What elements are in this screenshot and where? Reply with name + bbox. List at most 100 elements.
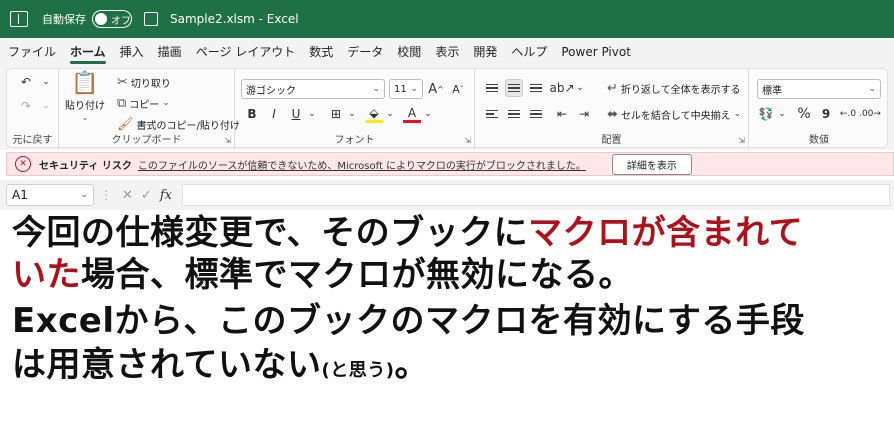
tab-power-pivot[interactable]: Power Pivot: [561, 38, 631, 66]
caption-line-1: 今回の仕様変更で、そのブックにマクロが含まれて: [12, 212, 803, 254]
redo-icon[interactable]: ↷: [17, 97, 35, 115]
undo-group-label: 元に戻す: [12, 135, 53, 146]
italic-button[interactable]: I: [265, 105, 283, 123]
tab-data[interactable]: データ: [347, 38, 383, 66]
tab-help[interactable]: ヘルプ: [511, 38, 547, 66]
ribbon-panel: ↶ ⌄ ↷ ⌄ 元に戻す 📋 貼り付け ⌄ ✂ 切り取り ⧉ コピー ⌄ �: [6, 68, 889, 149]
brush-icon: 🖌: [117, 117, 134, 132]
caption-text: 今回の仕様変更で、そのブックに: [12, 213, 529, 253]
underline-dropdown-icon[interactable]: ⌄: [303, 105, 321, 123]
borders-dropdown-icon[interactable]: ⌄: [343, 105, 361, 123]
shrink-font-button[interactable]: Aˇ: [449, 80, 467, 98]
caption-text: 。: [394, 345, 429, 385]
dialog-launcher-icon[interactable]: ⇲: [224, 136, 231, 145]
security-warning-bar: ✕ セキュリティ リスク このファイルのソースが信頼できないため、Microso…: [6, 152, 894, 176]
copy-icon: ⧉: [117, 96, 127, 111]
undo-group: ↶ ⌄ ↷ ⌄ 元に戻す: [7, 69, 59, 149]
learn-more-button[interactable]: 詳細を表示: [611, 153, 692, 175]
ribbon-tabs: ファイル ホーム 挿入 描画 ページ レイアウト 数式 データ 校閲 表示 開発…: [0, 38, 894, 66]
cut-label: 切り取り: [130, 79, 171, 90]
align-bottom-icon[interactable]: [527, 79, 545, 97]
increase-indent-icon[interactable]: ⇥: [575, 105, 593, 123]
tab-file[interactable]: ファイル: [8, 38, 56, 66]
formula-input[interactable]: [181, 184, 890, 206]
caption-text: Excelから、このブックのマクロを有効にする手段: [12, 301, 805, 341]
font-group-label: フォント: [334, 135, 375, 146]
wrap-text-button[interactable]: ↵ 折り返して全体を表示する: [607, 81, 741, 96]
tab-draw[interactable]: 描画: [158, 38, 182, 66]
dialog-launcher-icon[interactable]: ⇲: [738, 136, 745, 145]
redo-dropdown-icon[interactable]: ⌄: [37, 97, 55, 115]
merge-cells-icon: ⬌: [607, 107, 618, 122]
cancel-icon[interactable]: ✕: [122, 188, 133, 203]
percent-style-button[interactable]: %: [795, 105, 813, 123]
font-group: 游ゴシック ⌄ 11 ⌄ A ^ Aˇ B I U ⌄ ⊞ ⌄ ⬙ ⌄ A ⌄ フ…: [235, 69, 475, 149]
align-center-icon[interactable]: [505, 105, 523, 123]
increase-decimal-icon[interactable]: ←.0: [839, 105, 857, 123]
enter-icon[interactable]: ✓: [141, 188, 152, 203]
wrap-text-label: 折り返して全体を表示する: [620, 85, 741, 96]
caption-highlight: いた: [12, 255, 81, 295]
autosave-toggle[interactable]: オフ: [92, 10, 132, 28]
security-risk-message[interactable]: このファイルのソースが信頼できないため、Microsoft によりマクロの実行が…: [138, 157, 586, 172]
formula-bar: A1 ⌄ ⋮ ✕ ✓ fx: [0, 180, 894, 210]
cut-button[interactable]: ✂ 切り取り: [117, 75, 171, 90]
align-top-icon[interactable]: [483, 79, 501, 97]
copy-button[interactable]: ⧉ コピー ⌄: [117, 96, 170, 111]
accounting-dropdown-icon[interactable]: ⌄: [773, 105, 791, 123]
font-size-value: 11: [394, 83, 407, 95]
bold-button[interactable]: B: [243, 105, 261, 123]
font-name-value: 游ゴシック: [246, 85, 296, 97]
align-middle-icon[interactable]: [505, 79, 523, 97]
decrease-decimal-icon[interactable]: .00→: [859, 105, 881, 123]
font-color-dropdown-icon[interactable]: ⌄: [419, 105, 437, 123]
title-bar: 自動保存 オフ Sample2.xlsm - Excel: [0, 0, 894, 38]
ribbon: ↶ ⌄ ↷ ⌄ 元に戻す 📋 貼り付け ⌄ ✂ 切り取り ⧉ コピー ⌄ �: [0, 66, 894, 150]
number-format-value: 標準: [762, 85, 782, 97]
chevron-down-icon: ⌄: [80, 190, 88, 200]
tab-home[interactable]: ホーム: [70, 38, 106, 66]
toggle-knob-icon: [95, 13, 107, 25]
insert-function-icon[interactable]: fx: [160, 188, 172, 203]
toggle-label: オフ: [111, 15, 131, 27]
tab-insert[interactable]: 挿入: [120, 38, 144, 66]
tab-page-layout[interactable]: ページ レイアウト: [196, 38, 296, 66]
merge-center-button[interactable]: ⬌ セルを結合して中央揃え ⌄: [607, 107, 741, 122]
paste-button[interactable]: 📋 貼り付け ⌄: [65, 73, 105, 122]
format-painter-label: 書式のコピー/貼り付け: [136, 121, 240, 132]
font-size-select[interactable]: 11 ⌄: [389, 79, 423, 99]
dialog-launcher-icon[interactable]: ⇲: [464, 136, 471, 145]
formula-bar-separator-icon: ⋮: [100, 188, 112, 202]
fill-color-dropdown-icon[interactable]: ⌄: [381, 105, 399, 123]
wrap-text-icon: ↵: [607, 81, 618, 96]
number-group: 標準 ⌄ 💱 ⌄ % 9 ←.0 .00→ 数値: [749, 69, 889, 149]
grow-font-button[interactable]: A ^: [427, 80, 445, 98]
caption-text: 場合、標準でマクロが無効になる。: [81, 255, 633, 295]
alignment-group-label: 配置: [601, 135, 622, 146]
number-format-select[interactable]: 標準 ⌄: [757, 79, 881, 99]
tab-view[interactable]: 表示: [435, 38, 459, 66]
number-group-label: 数値: [809, 135, 829, 146]
tab-developer[interactable]: 開発: [473, 38, 497, 66]
security-risk-title: セキュリティ リスク: [39, 160, 132, 172]
excel-logo-icon: [10, 11, 28, 27]
orientation-icon[interactable]: ab↗: [549, 79, 574, 97]
orientation-dropdown-icon[interactable]: ⌄: [571, 79, 589, 97]
chevron-down-icon: ⌄: [868, 84, 876, 94]
align-right-icon[interactable]: [527, 105, 545, 123]
tab-review[interactable]: 校閲: [397, 38, 421, 66]
name-box[interactable]: A1 ⌄: [6, 184, 94, 206]
chevron-down-icon: ⌄: [81, 113, 89, 122]
font-name-select[interactable]: 游ゴシック ⌄: [241, 79, 385, 99]
format-painter-button[interactable]: 🖌 書式のコピー/貼り付け: [117, 117, 240, 132]
undo-icon[interactable]: ↶: [17, 73, 35, 91]
align-left-icon[interactable]: [483, 105, 501, 123]
grow-font-icon: A: [428, 81, 438, 97]
save-icon[interactable]: [144, 12, 158, 26]
tab-formulas[interactable]: 数式: [309, 38, 333, 66]
paste-label: 貼り付け: [65, 101, 105, 112]
comma-style-button[interactable]: 9: [817, 105, 835, 123]
decrease-indent-icon[interactable]: ⇤: [553, 105, 571, 123]
undo-dropdown-icon[interactable]: ⌄: [37, 73, 55, 91]
copy-label: コピー: [129, 100, 160, 111]
